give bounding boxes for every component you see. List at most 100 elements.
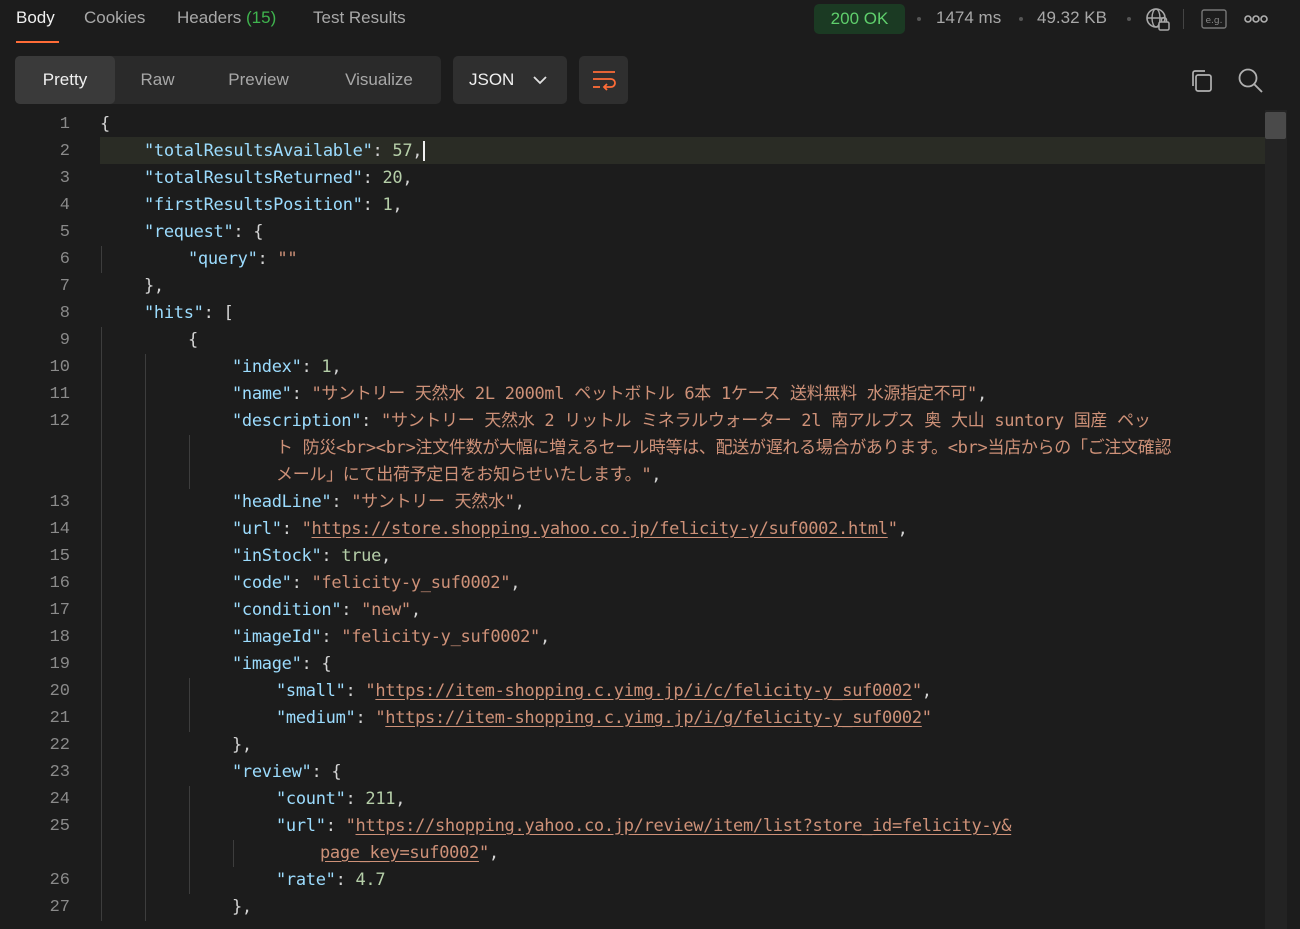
format-select-value: JSON xyxy=(469,70,515,89)
code-line: 13 "headLine": "サントリー 天然水", xyxy=(0,489,1265,516)
code-token: , xyxy=(921,681,932,701)
example-icon[interactable]: e.g. xyxy=(1201,9,1227,29)
separator-dot xyxy=(1127,17,1131,21)
indent-guide xyxy=(101,381,102,408)
view-preview-button[interactable]: Preview xyxy=(200,56,317,104)
view-raw-button[interactable]: Raw xyxy=(115,56,200,104)
indent-guide xyxy=(101,786,102,813)
link-token[interactable]: page_key=suf0002 xyxy=(320,843,479,863)
line-number: 15 xyxy=(49,547,70,566)
scrollbar-thumb[interactable] xyxy=(1265,112,1286,139)
tab-headers[interactable]: Headers (15) xyxy=(177,8,276,28)
code-line: 11 "name": "サントリー 天然水 2L 2000ml ペットボトル 6本… xyxy=(0,381,1265,408)
indent-guide xyxy=(189,786,190,813)
view-visualize-button[interactable]: Visualize xyxy=(317,56,441,104)
code-token: , xyxy=(651,465,662,485)
line-number: 25 xyxy=(49,817,70,836)
link-token[interactable]: https://shopping.yahoo.co.jp/review/item… xyxy=(356,816,1012,836)
code-token: : xyxy=(331,492,352,512)
code-token: : xyxy=(341,600,362,620)
indent-guide xyxy=(101,867,102,894)
code-text: "condition": "new", xyxy=(232,597,421,624)
line-number: 9 xyxy=(59,331,70,350)
response-tabbar: Body Cookies Headers (15) Test Results 2… xyxy=(0,0,1300,44)
search-icon[interactable] xyxy=(1237,67,1264,94)
line-number: 1 xyxy=(59,115,70,134)
code-token: "totalResultsAvailable" xyxy=(144,141,373,161)
code-token: "felicity-y_suf0002" xyxy=(311,573,511,593)
code-line: 8 "hits": [ xyxy=(0,300,1265,327)
code-line: 25 "url": "https://shopping.yahoo.co.jp/r… xyxy=(0,813,1265,840)
link-token[interactable]: https://store.shopping.yahoo.co.jp/felic… xyxy=(312,519,889,539)
indent-guide xyxy=(101,489,102,516)
line-number: 16 xyxy=(49,574,70,593)
code-text: "inStock": true, xyxy=(232,543,391,570)
code-line: 7}, xyxy=(0,273,1265,300)
code-token: "query" xyxy=(188,249,258,269)
tab-body[interactable]: Body xyxy=(16,8,55,28)
code-text: "description": "サントリー 天然水 2 リットル ミネラルウォー… xyxy=(232,408,1151,435)
code-token: "サントリー 天然水 2L 2000ml ペットボトル 6本 1ケース 送料無料… xyxy=(311,384,977,404)
code-token: ト 防災<br><br>注文件数が大幅に増えるセール時等は、配送が遅れる場合があ… xyxy=(276,438,1172,458)
code-token: : xyxy=(321,627,342,647)
format-select[interactable]: JSON xyxy=(453,56,567,104)
code-line: メール」にて出荷予定日をお知らせいたします。", xyxy=(0,462,1265,489)
code-token: : xyxy=(362,195,383,215)
line-number: 21 xyxy=(49,709,70,728)
code-token: 4.7 xyxy=(355,870,386,890)
svg-text:e.g.: e.g. xyxy=(1206,16,1223,26)
headers-count: (15) xyxy=(246,8,277,27)
response-time[interactable]: 1474 ms xyxy=(936,8,1001,28)
tab-test-results[interactable]: Test Results xyxy=(313,8,406,28)
code-token: , xyxy=(392,195,403,215)
code-token: , xyxy=(510,573,521,593)
indent-guide xyxy=(101,894,102,921)
code-text: }, xyxy=(232,732,252,759)
link-token[interactable]: https://item-shopping.c.yimg.jp/i/g/feli… xyxy=(385,708,922,728)
code-line: 10 "index": 1, xyxy=(0,354,1265,381)
toolbar-divider xyxy=(1183,9,1184,29)
code-line: 15 "inStock": true, xyxy=(0,543,1265,570)
code-token: }, xyxy=(144,276,164,296)
code-token: : xyxy=(291,573,312,593)
code-token: , xyxy=(897,519,908,539)
link-token[interactable]: https://item-shopping.c.yimg.jp/i/c/feli… xyxy=(375,681,912,701)
status-badge[interactable]: 200 OK xyxy=(814,4,905,34)
copy-icon[interactable] xyxy=(1189,68,1215,94)
indent-guide xyxy=(101,678,102,705)
indent-guide xyxy=(145,381,146,408)
code-token: : { xyxy=(301,654,332,674)
code-token: "" xyxy=(277,249,298,269)
globe-lock-icon[interactable] xyxy=(1145,7,1171,33)
code-token: : xyxy=(345,681,366,701)
line-number: 27 xyxy=(49,898,70,917)
indent-guide xyxy=(189,705,190,732)
indent-guide xyxy=(145,705,146,732)
code-text: { xyxy=(188,327,198,354)
indent-guide xyxy=(145,651,146,678)
wrap-lines-button[interactable] xyxy=(579,56,628,104)
code-token: " xyxy=(921,708,932,728)
tab-cookies[interactable]: Cookies xyxy=(84,8,145,28)
line-number: 13 xyxy=(49,493,70,512)
view-pretty-button[interactable]: Pretty xyxy=(15,56,115,104)
code-token: "hits" xyxy=(144,303,204,323)
code-token: "code" xyxy=(232,573,292,593)
code-token: , xyxy=(402,168,413,188)
response-body-editor[interactable]: 1{2 "totalResultsAvailable": 57, 3 "totalRe… xyxy=(0,110,1300,929)
code-token: " xyxy=(345,816,356,836)
indent-guide xyxy=(145,516,146,543)
code-token: "review" xyxy=(232,762,312,782)
code-token: : xyxy=(372,141,393,161)
response-size[interactable]: 49.32 KB xyxy=(1037,8,1107,28)
line-number: 8 xyxy=(59,304,70,323)
vertical-scrollbar[interactable] xyxy=(1265,110,1287,929)
indent-guide xyxy=(189,678,190,705)
more-icon[interactable] xyxy=(1244,14,1268,24)
code-token: : xyxy=(362,168,383,188)
line-number: 5 xyxy=(59,223,70,242)
code-line: 19 "image": { xyxy=(0,651,1265,678)
code-text: ト 防災<br><br>注文件数が大幅に増えるセール時等は、配送が遅れる場合があ… xyxy=(276,435,1171,462)
code-token: : [ xyxy=(203,303,234,323)
indent-guide xyxy=(145,678,146,705)
